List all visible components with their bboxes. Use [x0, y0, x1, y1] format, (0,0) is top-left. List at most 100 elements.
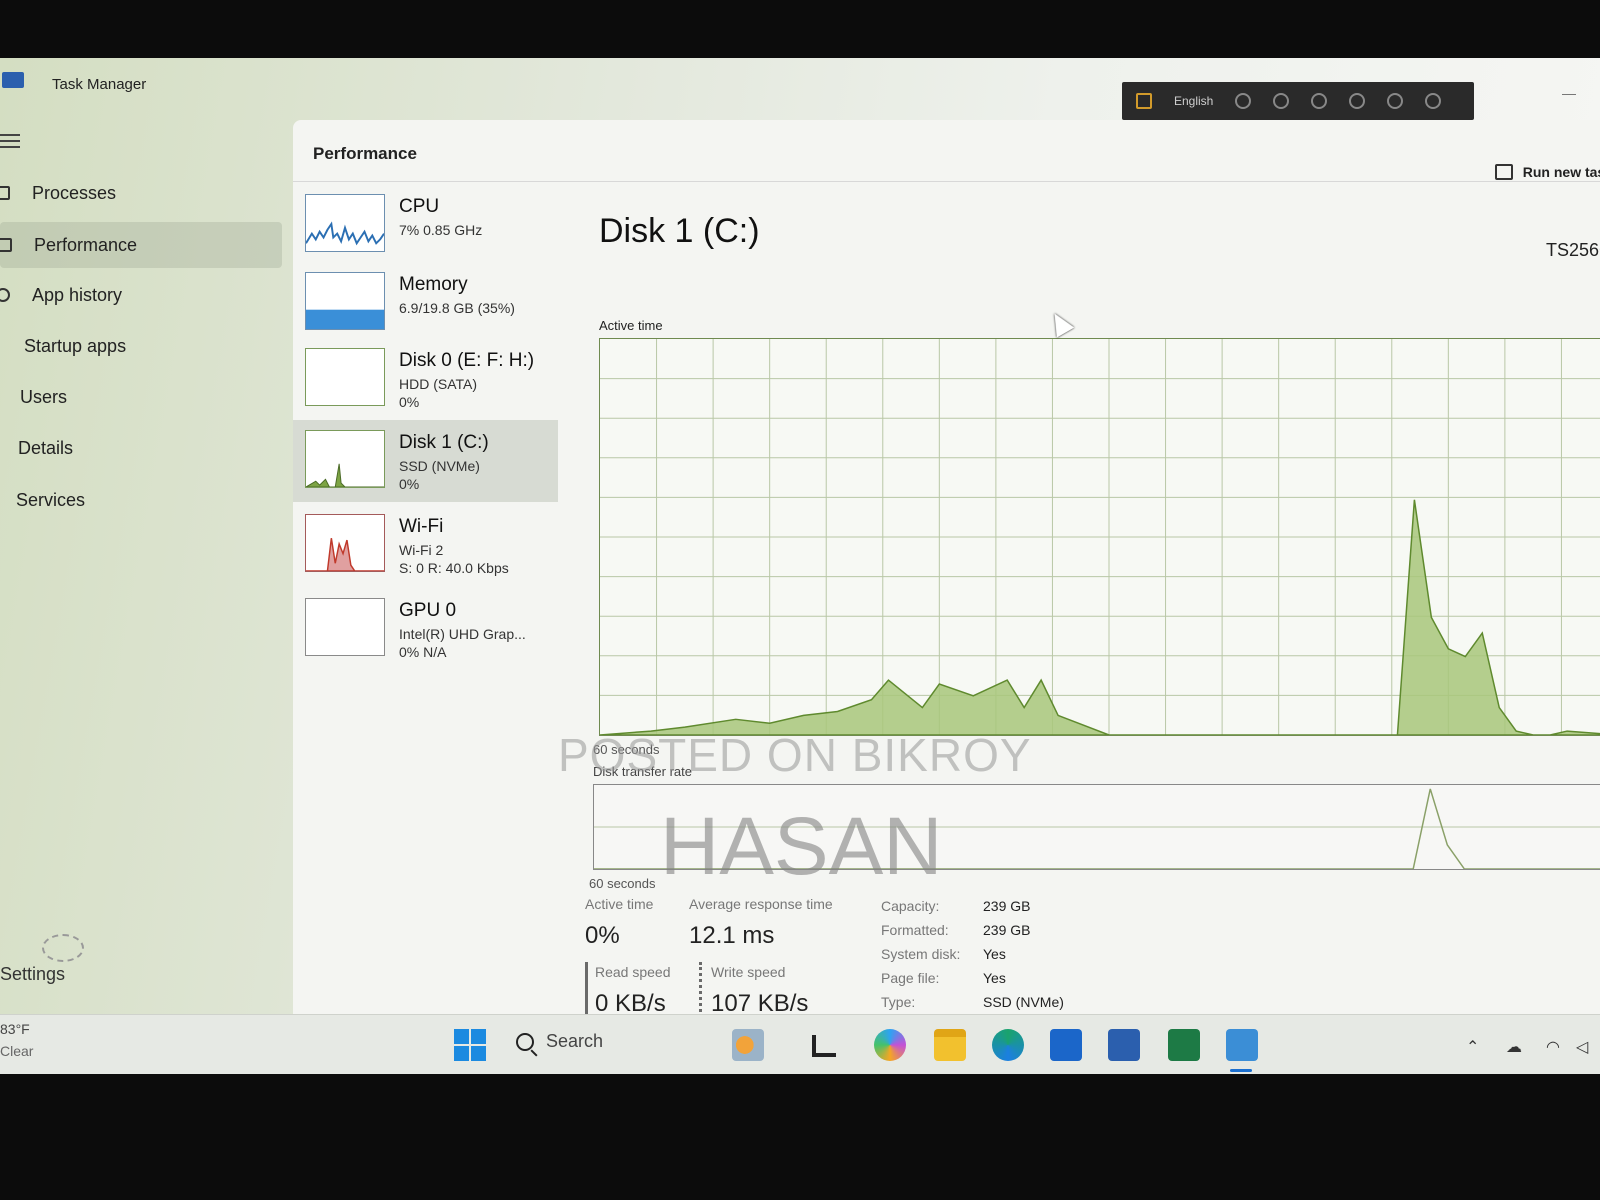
file-app-icon[interactable]	[812, 1035, 836, 1057]
weather-temperature[interactable]: 83°F	[0, 1021, 30, 1037]
device-disk-0[interactable]: Disk 0 (E: F: H:) HDD (SATA) 0%	[293, 338, 558, 420]
volume-icon[interactable]: ◁	[1576, 1037, 1588, 1057]
device-cpu[interactable]: CPU 7% 0.85 GHz	[293, 184, 558, 266]
device-name: Disk 1 (C:)	[399, 432, 489, 453]
run-task-label: Run new task	[1522, 164, 1600, 180]
prop-value: 239 GB	[983, 898, 1031, 914]
nav-app-history[interactable]: App history	[0, 272, 282, 318]
prop-value: Yes	[983, 970, 1006, 986]
language-label[interactable]: English	[1174, 94, 1213, 108]
nav-label: Performance	[34, 234, 138, 255]
wifi-thumbnail	[305, 514, 385, 572]
device-disk-1[interactable]: Disk 1 (C:) SSD (NVMe) 0%	[293, 420, 558, 502]
device-gpu-0[interactable]: GPU 0 Intel(R) UHD Grap... 0% N/A	[293, 588, 558, 670]
read-legend-bar	[585, 962, 588, 1018]
screen: Task Manager English Processes Performan…	[0, 58, 1600, 1074]
hamburger-menu-icon[interactable]	[0, 134, 20, 148]
nav-label: Details	[18, 437, 74, 458]
settings-link[interactable]: Settings	[0, 964, 65, 985]
write-legend-bar	[699, 962, 702, 1018]
info-icon[interactable]	[1425, 93, 1442, 109]
device-memory[interactable]: Memory 6.9/19.8 GB (35%)	[293, 262, 558, 344]
device-detail: Intel(R) UHD Grap...	[399, 626, 526, 642]
search-placeholder: Search	[546, 1031, 604, 1051]
series-area	[600, 499, 1600, 735]
taskbar-search[interactable]: Search	[516, 1031, 603, 1052]
nav-startup-apps[interactable]: Startup apps	[0, 323, 282, 369]
nav-label: Startup apps	[24, 335, 127, 356]
nav-services[interactable]: Services	[0, 477, 282, 523]
stat-value: 0%	[585, 922, 620, 949]
widgets-icon[interactable]	[732, 1029, 764, 1061]
device-usage: 0% N/A	[399, 644, 447, 660]
prop-label: Capacity:	[881, 898, 940, 914]
gpu-thumbnail	[305, 598, 385, 656]
nav-label: Processes	[32, 182, 117, 203]
taskbar: 83°F Clear Search ⌃ ☁ ◠ ◁	[0, 1014, 1600, 1074]
prop-label: Formatted:	[881, 922, 949, 938]
device-name: Memory	[399, 274, 468, 295]
device-detail: SSD (NVMe)	[399, 458, 480, 474]
ime-icon[interactable]	[1136, 93, 1152, 109]
run-task-icon	[1494, 164, 1513, 180]
page-title: Performance	[313, 144, 417, 163]
performance-panel: Performance Run new task CPU 7% 0.85 GHz…	[293, 120, 1600, 1070]
wifi-icon[interactable]: ◠	[1546, 1037, 1560, 1057]
chart-svg	[600, 339, 1600, 735]
copilot-icon[interactable]	[874, 1029, 906, 1061]
word-icon[interactable]	[1108, 1029, 1140, 1061]
stat-label: Average response time	[689, 896, 833, 912]
gear-icon[interactable]	[42, 934, 84, 962]
nav-details[interactable]: Details	[0, 425, 282, 471]
prop-label: Page file:	[881, 970, 940, 986]
file-explorer-icon[interactable]	[934, 1029, 966, 1061]
active-time-chart	[599, 338, 1600, 736]
stat-value: 12.1 ms	[689, 922, 775, 949]
start-button[interactable]	[454, 1029, 486, 1061]
prop-value: SSD (NVMe)	[983, 994, 1064, 1010]
search-icon	[516, 1032, 534, 1051]
cloud-icon[interactable]: ☁	[1506, 1037, 1522, 1057]
weather-description[interactable]: Clear	[0, 1043, 33, 1059]
store-icon[interactable]	[1050, 1029, 1082, 1061]
device-usage: S: 0 R: 40.0 Kbps	[399, 560, 509, 576]
performance-icon	[0, 238, 12, 252]
nav-users[interactable]: Users	[0, 374, 282, 420]
chart-label: Active time	[599, 318, 663, 333]
dash-icon[interactable]	[1235, 93, 1252, 109]
excel-icon[interactable]	[1168, 1029, 1200, 1061]
minimize-button[interactable]	[1562, 94, 1576, 95]
task-manager-taskbar-icon[interactable]	[1226, 1029, 1258, 1061]
nav-processes[interactable]: Processes	[0, 170, 282, 216]
run-new-task-button[interactable]: Run new task	[1494, 164, 1600, 180]
stat-label: Write speed	[711, 964, 786, 980]
stat-label: Active time	[585, 896, 654, 912]
device-name: Wi-Fi	[399, 516, 444, 537]
device-detail: Wi-Fi 2	[399, 542, 444, 558]
nav-performance[interactable]: Performance	[0, 222, 282, 268]
watermark-name: HASAN	[660, 801, 943, 892]
chevron-up-icon[interactable]: ⌃	[1466, 1037, 1479, 1057]
task-manager-icon	[2, 72, 24, 88]
disk1-thumbnail	[305, 430, 385, 488]
memory-thumbnail	[305, 272, 385, 330]
device-detail: HDD (SATA)	[399, 376, 478, 392]
device-name: CPU	[399, 196, 440, 217]
running-indicator	[1230, 1069, 1252, 1072]
window-title: Task Manager	[52, 76, 147, 93]
processes-icon	[0, 186, 10, 200]
prop-value: 239 GB	[983, 922, 1031, 938]
device-detail: 7% 0.85 GHz	[399, 222, 483, 238]
settings-small-icon[interactable]	[1311, 93, 1328, 109]
title-bar: Task Manager English	[0, 58, 1600, 120]
disk0-thumbnail	[305, 348, 385, 406]
prop-label: System disk:	[881, 946, 961, 962]
device-detail: 6.9/19.8 GB (35%)	[399, 300, 515, 316]
device-wifi[interactable]: Wi-Fi Wi-Fi 2 S: 0 R: 40.0 Kbps	[293, 504, 558, 586]
pin-icon[interactable]	[1273, 93, 1290, 109]
help-icon[interactable]	[1387, 93, 1404, 109]
edge-icon[interactable]	[992, 1029, 1024, 1061]
pen-icon[interactable]	[1349, 93, 1366, 109]
prop-label: Type:	[881, 994, 916, 1010]
language-bar[interactable]: English	[1122, 82, 1474, 120]
